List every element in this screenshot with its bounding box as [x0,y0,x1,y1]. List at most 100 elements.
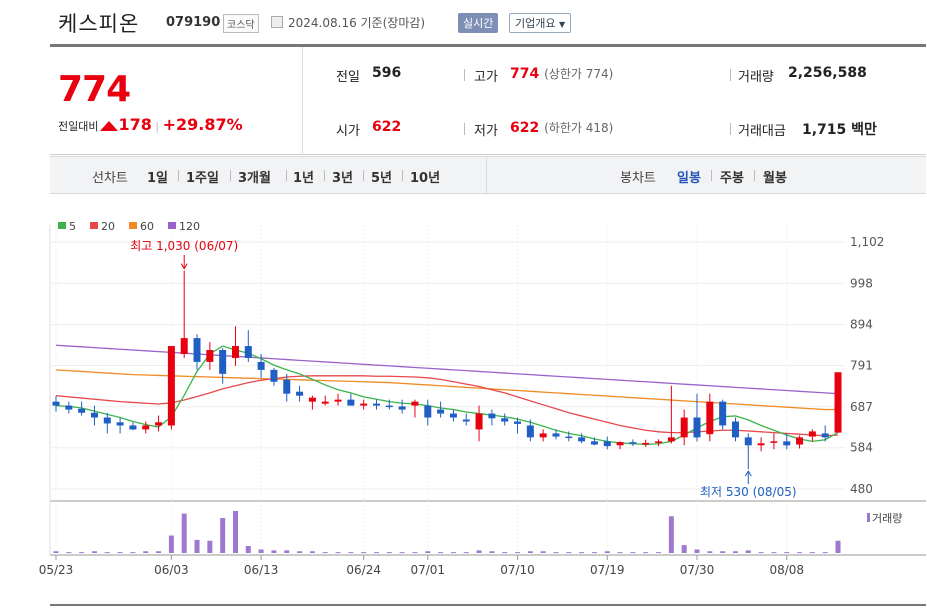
candle-body [475,413,483,430]
low-annotation: 최저 530 (08/05) [700,485,797,499]
period-1y[interactable]: 1년 [293,167,314,186]
volume-bar [579,552,585,554]
volume-bar [745,550,751,553]
price-change: 전일대비 178 | +29.87% [58,115,243,134]
candle-body [116,422,124,426]
volume-bar [476,550,482,553]
candle-weekly[interactable]: 주봉 [720,167,744,186]
volume-bar [91,551,97,553]
candle-body [424,405,432,418]
volume-bar [668,516,674,553]
volume-bar [784,552,790,554]
volume-bar [309,551,315,553]
candle-daily[interactable]: 일봉 [677,167,701,186]
volume-bar [258,549,264,553]
volume-bar [527,551,533,553]
period-10y[interactable]: 10년 [410,167,440,186]
period-3y[interactable]: 3년 [332,167,353,186]
period-tabs: 선차트 1일 1주일 3개월 1년 3년 5년 10년 봉차트 일봉 주봉 월봉 [50,156,926,195]
candle-body [167,346,175,426]
volume-bar [335,552,341,554]
candle-body [449,413,457,418]
candle-body [219,350,227,374]
volume-bar [104,552,110,554]
candle-body [808,431,816,437]
candle-body [719,401,727,426]
volume-bar [809,552,815,554]
y-tick-label: 894 [850,318,873,332]
candle-body [706,401,714,435]
volume-bar [297,551,303,553]
base-date: 2024.08.16 기준(장마감) [288,16,426,30]
y-tick-label: 687 [850,400,873,414]
volume-bar [348,552,354,554]
volume-bar [425,551,431,553]
volume-bar [232,511,238,553]
stock-code: 079190 [166,15,221,30]
volume-bar [707,551,713,553]
candle-body [693,417,701,438]
realtime-button[interactable]: 실시간 [458,13,499,33]
volume-bar [53,551,59,553]
period-5y[interactable]: 5년 [371,167,392,186]
high-annotation: 최고 1,030 (06/07) [130,239,238,253]
volume-bar [194,539,200,553]
volume-bar [694,549,700,553]
volume-bar [771,552,777,554]
candle-body [206,350,214,362]
candle-body [655,441,663,443]
volume-bar [245,546,251,553]
legend-label: 120 [179,220,200,233]
candle-body [78,408,86,413]
legend-swatch [168,222,176,229]
volume-bar [758,552,764,554]
volume-bar [553,552,559,554]
high-label: 고가 [474,70,498,85]
x-tick-label: 06/13 [244,563,279,577]
period-3m[interactable]: 3개월 [238,167,271,186]
candle-body [552,433,560,437]
volume-bar [284,550,290,553]
x-tick-label: 08/08 [769,563,804,577]
x-tick-label: 06/24 [346,563,381,577]
company-overview-button[interactable]: 기업개요 ▼ [509,13,572,33]
candle-body [821,433,829,438]
period-1w[interactable]: 1주일 [186,167,219,186]
volume-bar [489,551,495,553]
candle-monthly[interactable]: 월봉 [763,167,787,186]
price-summary: 774 전일대비 178 | +29.87% 전일 596 고가 774 (상한가… [50,47,926,155]
volume-bar [617,552,623,554]
volume-label: 거래량 [738,70,774,85]
volume-bar [566,552,572,554]
volume-bar [374,552,379,554]
price-chart: 1,102 998 894 791 687 584 480 05/23 06/03 06/13 06… [39,205,926,577]
x-tick-label: 07/19 [590,563,625,577]
change-amount: 178 [118,115,152,134]
legend-swatch [90,222,98,229]
candle-body [52,401,60,406]
volume-bar [168,535,174,553]
volume-bar [656,552,662,554]
volume-bar [540,551,546,553]
volume-legend-swatch [867,513,870,522]
volume-bar [720,551,726,553]
open-label: 시가 [336,124,360,139]
y-tick-label: 1,102 [850,235,884,249]
candle-body [834,372,842,433]
calendar-icon [271,16,283,28]
volume-bar [630,552,636,554]
candle-body [744,437,752,446]
prev-value: 596 [372,65,402,81]
period-1d[interactable]: 1일 [147,167,168,186]
candle-body [462,419,470,422]
volume-bar [643,552,649,554]
low-label: 저가 [474,124,498,139]
volume-bar [79,552,85,554]
open-value: 622 [372,119,402,135]
volume-bar [207,540,213,553]
candle-body [680,417,688,438]
volume-bar [181,513,187,553]
legend-label: 5 [69,220,76,233]
candle-chart-label: 봉차트 [620,171,656,186]
legend-swatch [129,222,137,229]
